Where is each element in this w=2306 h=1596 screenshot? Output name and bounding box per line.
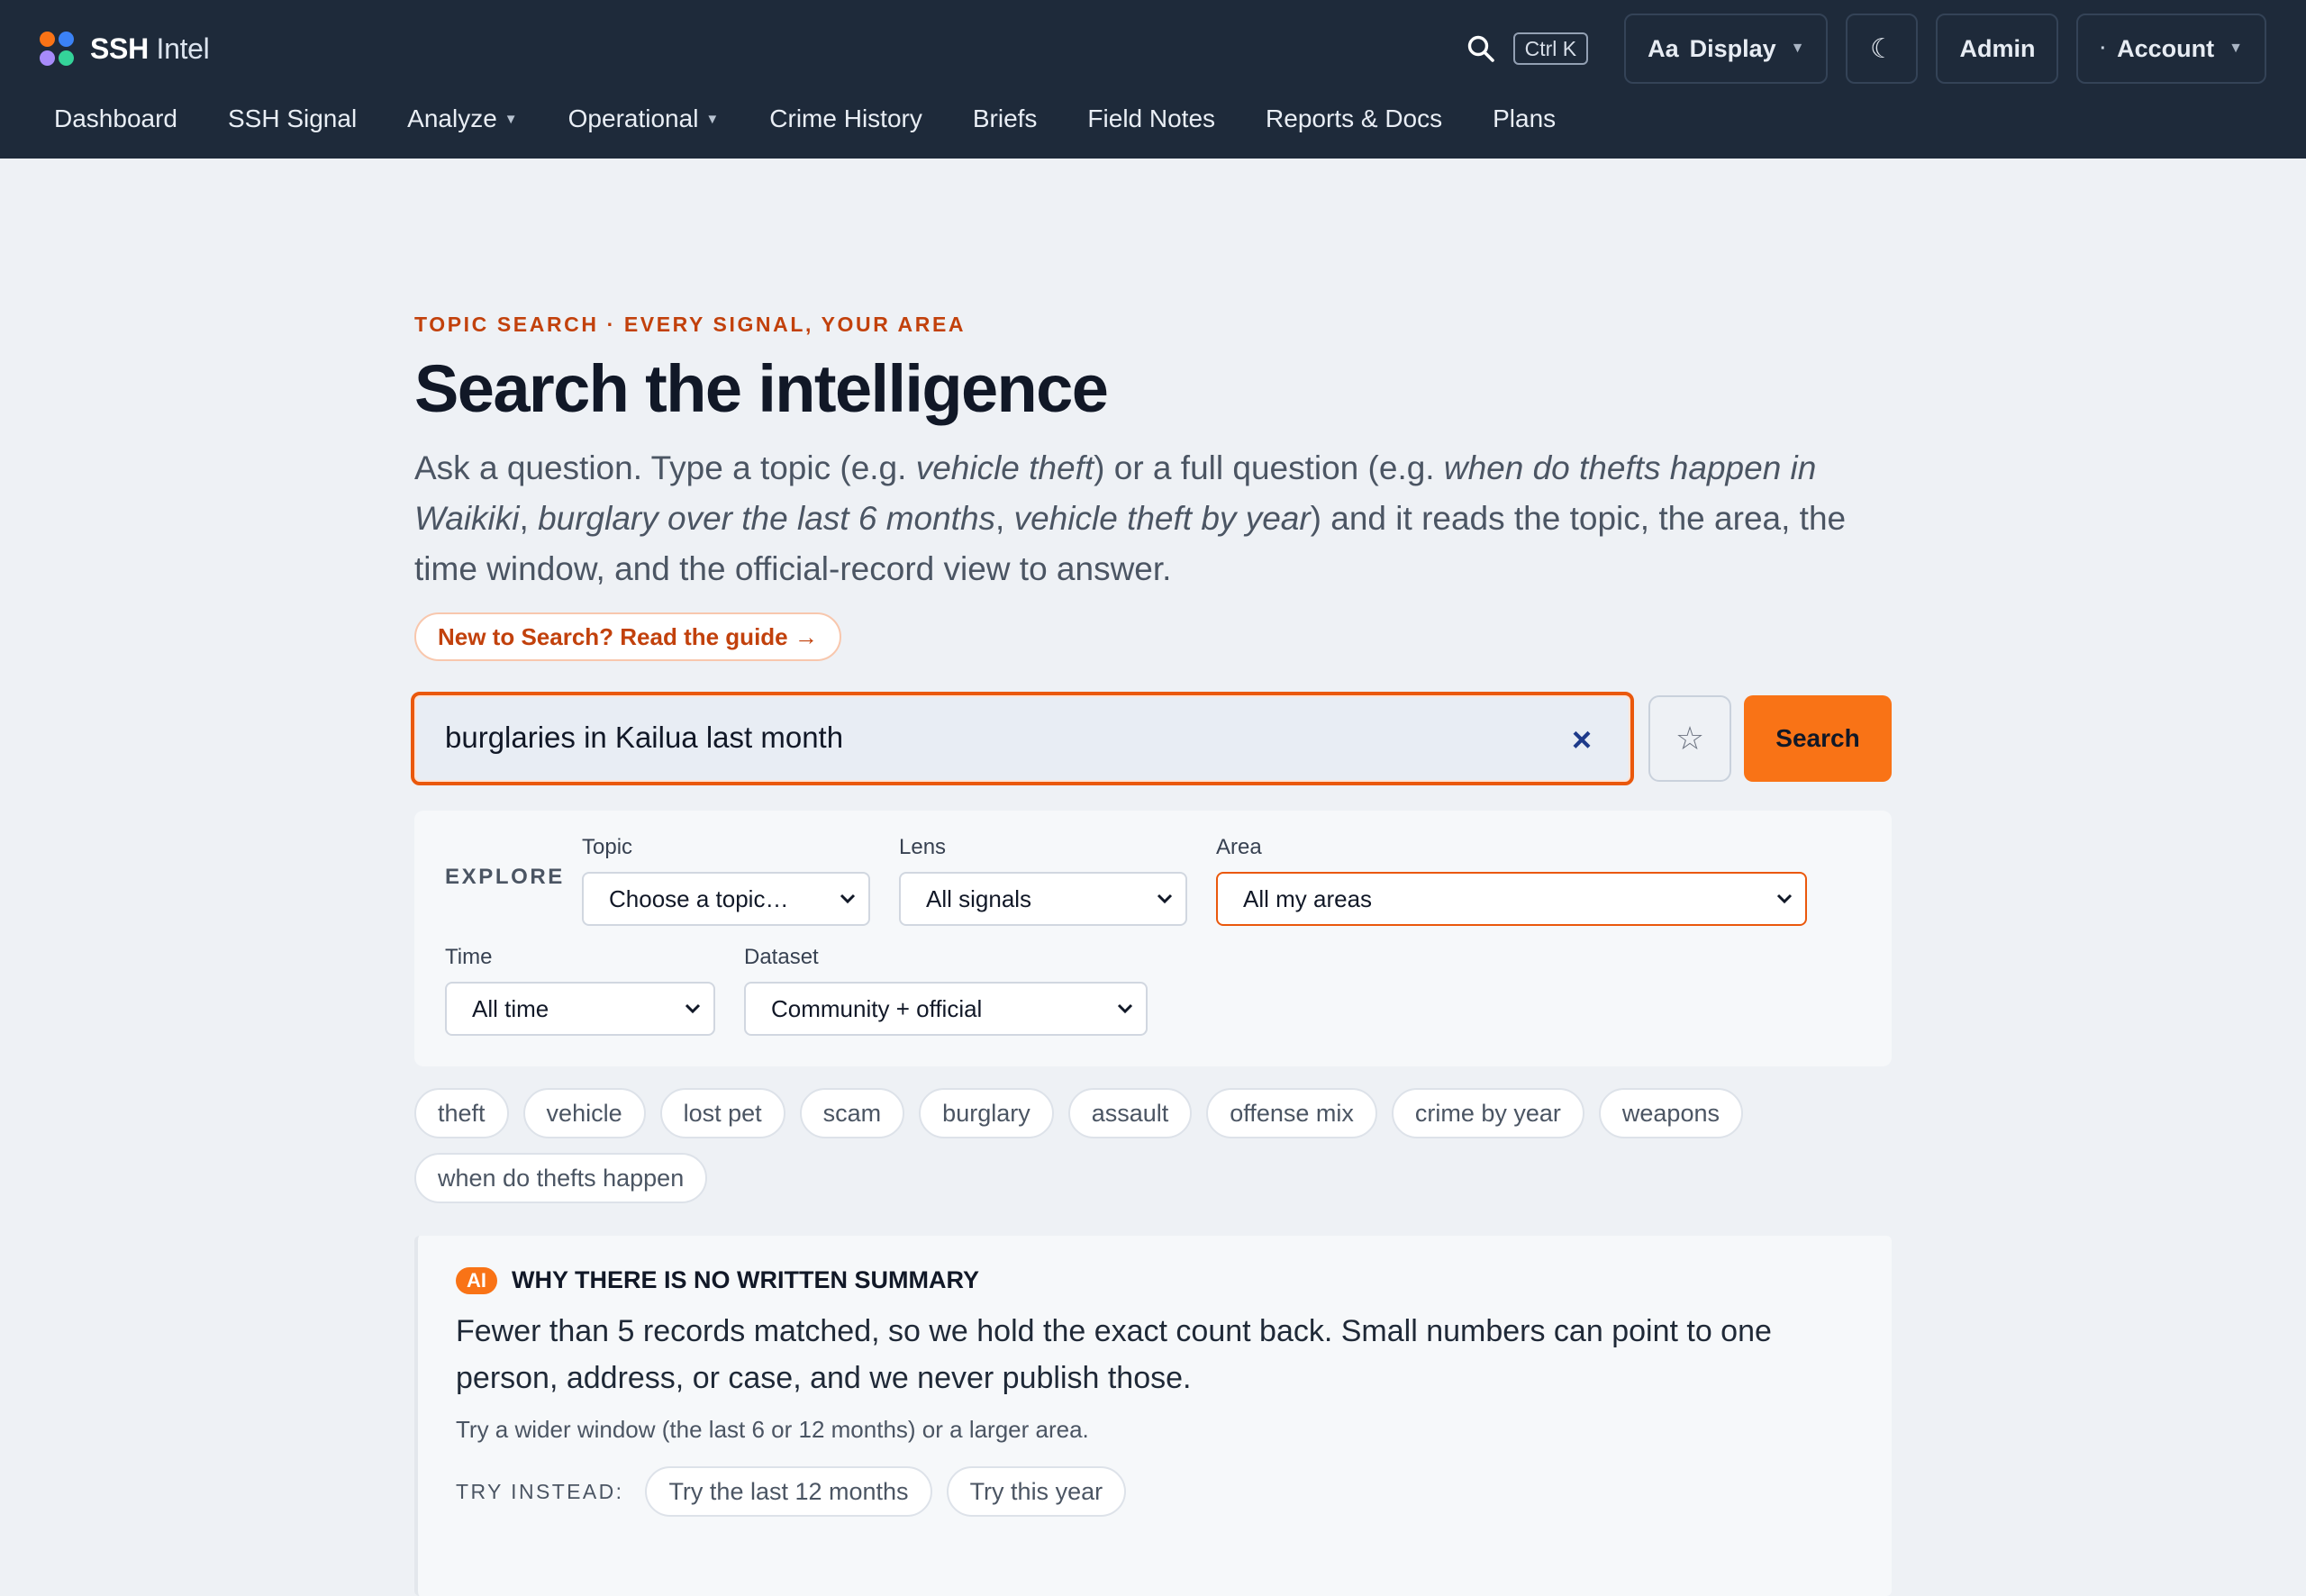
lens-select[interactable]: All signals: [899, 872, 1187, 926]
save-search-button[interactable]: ☆: [1648, 695, 1731, 782]
nav-field-notes[interactable]: Field Notes: [1062, 104, 1240, 133]
global-search-trigger[interactable]: Ctrl K: [1466, 14, 1589, 84]
topic-chip[interactable]: offense mix: [1206, 1088, 1377, 1138]
main-nav: Dashboard SSH Signal Analyze ▼ Operationa…: [29, 97, 1581, 141]
admin-label: Admin: [1959, 34, 2036, 62]
moon-icon: ☾: [1870, 33, 1894, 64]
nav-ssh-signal[interactable]: SSH Signal: [203, 104, 382, 133]
shortcut-hint: Ctrl K: [1512, 32, 1589, 65]
notice-hint: Try a wider window (the last 6 or 12 mon…: [456, 1416, 1089, 1443]
no-summary-notice: AI WHY THERE IS NO WRITTEN SUMMARY Fewer…: [414, 1236, 1892, 1596]
nav-analyze[interactable]: Analyze ▼: [382, 104, 542, 133]
search-input[interactable]: burglaries in Kailua last month ×: [411, 692, 1634, 785]
chevron-down-icon: ▼: [1790, 41, 1805, 56]
font-size-icon: Aa: [1648, 34, 1679, 62]
page-intro: Ask a question. Type a topic (e.g. vehic…: [414, 449, 1847, 587]
area-select-value: All my areas: [1243, 884, 1373, 912]
chevron-down-icon: [840, 893, 856, 904]
chevron-down-icon: ▼: [504, 111, 518, 127]
search-bar: burglaries in Kailua last month × ☆ Sear…: [411, 692, 1892, 789]
topic-chip[interactable]: when do thefts happen: [414, 1153, 708, 1203]
chevron-down-icon: [685, 1003, 701, 1014]
dataset-filter: Dataset Community + official: [744, 944, 1148, 1036]
topic-select[interactable]: Choose a topic…: [582, 872, 870, 926]
topic-filter: Topic Choose a topic…: [582, 834, 870, 926]
topic-chip[interactable]: scam: [799, 1088, 905, 1138]
theme-toggle-button[interactable]: ☾: [1846, 14, 1919, 84]
topic-chip[interactable]: theft: [414, 1088, 509, 1138]
top-header: SSH Intel Ctrl K Aa Display ▼ ☾ Admin · …: [0, 0, 2306, 159]
page-eyebrow: TOPIC SEARCH · EVERY SIGNAL, YOUR AREA: [414, 313, 967, 336]
notice-body: Fewer than 5 records matched, so we hold…: [456, 1314, 1772, 1395]
nav-briefs[interactable]: Briefs: [948, 104, 1063, 133]
nav-dashboard[interactable]: Dashboard: [29, 104, 203, 133]
chevron-down-icon: [1117, 1003, 1133, 1014]
area-select[interactable]: All my areas: [1216, 872, 1807, 926]
display-menu-button[interactable]: Aa Display ▼: [1624, 14, 1829, 84]
page-title: Search the intelligence: [414, 351, 1109, 426]
topic-filter-label: Topic: [582, 835, 633, 859]
chevron-down-icon: [1776, 893, 1793, 904]
lens-select-value: All signals: [926, 884, 1032, 912]
topic-chip[interactable]: weapons: [1598, 1088, 1743, 1138]
topic-chip[interactable]: vehicle: [522, 1088, 646, 1138]
nav-plans[interactable]: Plans: [1467, 104, 1581, 133]
dataset-select[interactable]: Community + official: [744, 982, 1148, 1036]
search-page: TOPIC SEARCH · EVERY SIGNAL, YOUR AREA S…: [411, 306, 1892, 1596]
logo-dots-icon: [40, 32, 74, 66]
ai-badge: AI: [456, 1266, 497, 1294]
area-filter: Area All my areas: [1216, 834, 1807, 926]
topic-chip[interactable]: assault: [1067, 1088, 1193, 1138]
nav-operational[interactable]: Operational ▼: [543, 104, 745, 133]
area-filter-label: Area: [1216, 835, 1262, 859]
try-this-year-button[interactable]: Try this year: [946, 1466, 1127, 1517]
nav-reports-docs[interactable]: Reports & Docs: [1240, 104, 1467, 133]
star-icon: ☆: [1675, 720, 1705, 757]
time-filter-label: Time: [445, 945, 493, 969]
try-instead-row: TRY INSTEAD: Try the last 12 months Try …: [456, 1466, 1127, 1517]
notice-title: WHY THERE IS NO WRITTEN SUMMARY: [512, 1266, 979, 1293]
search-button[interactable]: Search: [1744, 695, 1892, 782]
account-dot-icon: ·: [2100, 38, 2107, 59]
chevron-down-icon: ▼: [2229, 41, 2243, 56]
chevron-down-icon: ▼: [705, 111, 720, 127]
nav-crime-history[interactable]: Crime History: [744, 104, 948, 133]
brand-logo[interactable]: SSH Intel: [40, 27, 210, 70]
explore-filters: EXPLORE Topic Choose a topic… Lens All s…: [414, 811, 1892, 1066]
topic-chip[interactable]: burglary: [919, 1088, 1054, 1138]
topic-chip[interactable]: lost pet: [659, 1088, 785, 1138]
search-input-value: burglaries in Kailua last month: [445, 721, 844, 754]
dataset-select-value: Community + official: [771, 994, 983, 1022]
search-icon: [1467, 35, 1494, 62]
time-select-value: All time: [472, 994, 549, 1022]
try-last-12-months-button[interactable]: Try the last 12 months: [645, 1466, 932, 1517]
suggested-topics: theft vehicle lost pet scam burglary ass…: [414, 1088, 1892, 1218]
admin-button[interactable]: Admin: [1936, 14, 2059, 84]
brand-name: SSH Intel: [90, 32, 210, 65]
guide-link[interactable]: New to Search? Read the guide →: [414, 612, 841, 661]
lens-filter: Lens All signals: [899, 834, 1187, 926]
account-menu-button[interactable]: · Account ▼: [2076, 14, 2266, 84]
explore-label: EXPLORE: [445, 865, 565, 889]
display-label: Display: [1689, 34, 1776, 62]
time-filter: Time All time: [445, 944, 715, 1036]
topic-select-value: Choose a topic…: [609, 884, 789, 912]
account-label: Account: [2117, 34, 2215, 62]
clear-icon[interactable]: ×: [1564, 722, 1600, 758]
dataset-filter-label: Dataset: [744, 945, 819, 969]
lens-filter-label: Lens: [899, 835, 947, 859]
try-instead-label: TRY INSTEAD:: [456, 1479, 624, 1503]
chevron-down-icon: [1157, 893, 1173, 904]
topic-chip[interactable]: crime by year: [1391, 1088, 1584, 1138]
time-select[interactable]: All time: [445, 982, 715, 1036]
